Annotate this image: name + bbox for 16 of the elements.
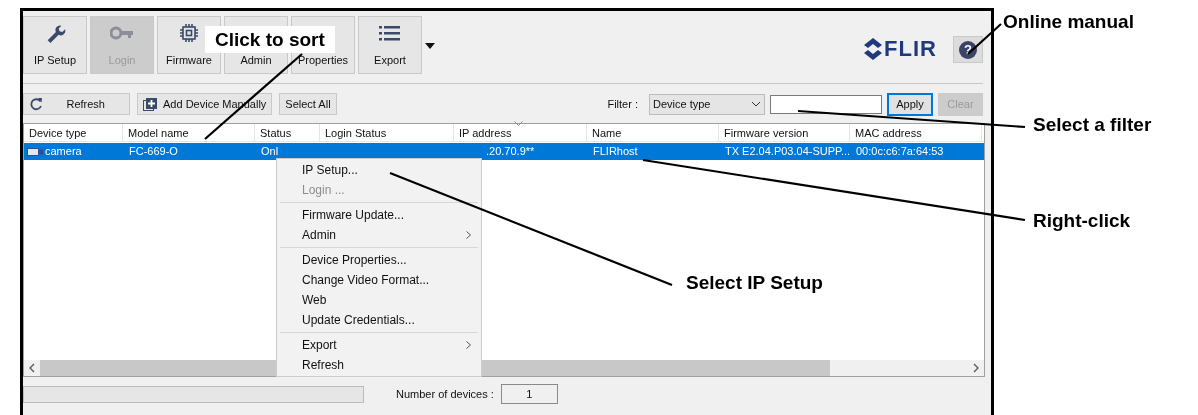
callout-label: Online manual: [1003, 12, 1134, 31]
filter-label: Filter :: [607, 96, 638, 112]
table-cell-text: camera: [45, 144, 82, 160]
table-cell-text: FC-669-O: [129, 144, 178, 160]
callout-tooltip: Click to sort: [205, 26, 335, 53]
table-cell-text: .20.70.9**: [486, 144, 535, 160]
table-cell-text: FLIRhost: [593, 144, 638, 160]
callout-label: Select IP Setup: [686, 273, 823, 292]
device-count-label: Number of devices :: [396, 386, 494, 402]
callout-label: Select a filter: [1033, 115, 1152, 134]
table-cell-text: Onl: [261, 144, 279, 160]
table-cell-text: 00:0c:c6:7a:64:53: [856, 144, 944, 160]
callout-label: Right-click: [1033, 211, 1131, 230]
table-cell-text: TX E2.04.P03.04-SUPP...: [725, 144, 851, 160]
device-count-field: 1: [500, 384, 558, 404]
brand-logo: FLIR: [884, 38, 937, 60]
